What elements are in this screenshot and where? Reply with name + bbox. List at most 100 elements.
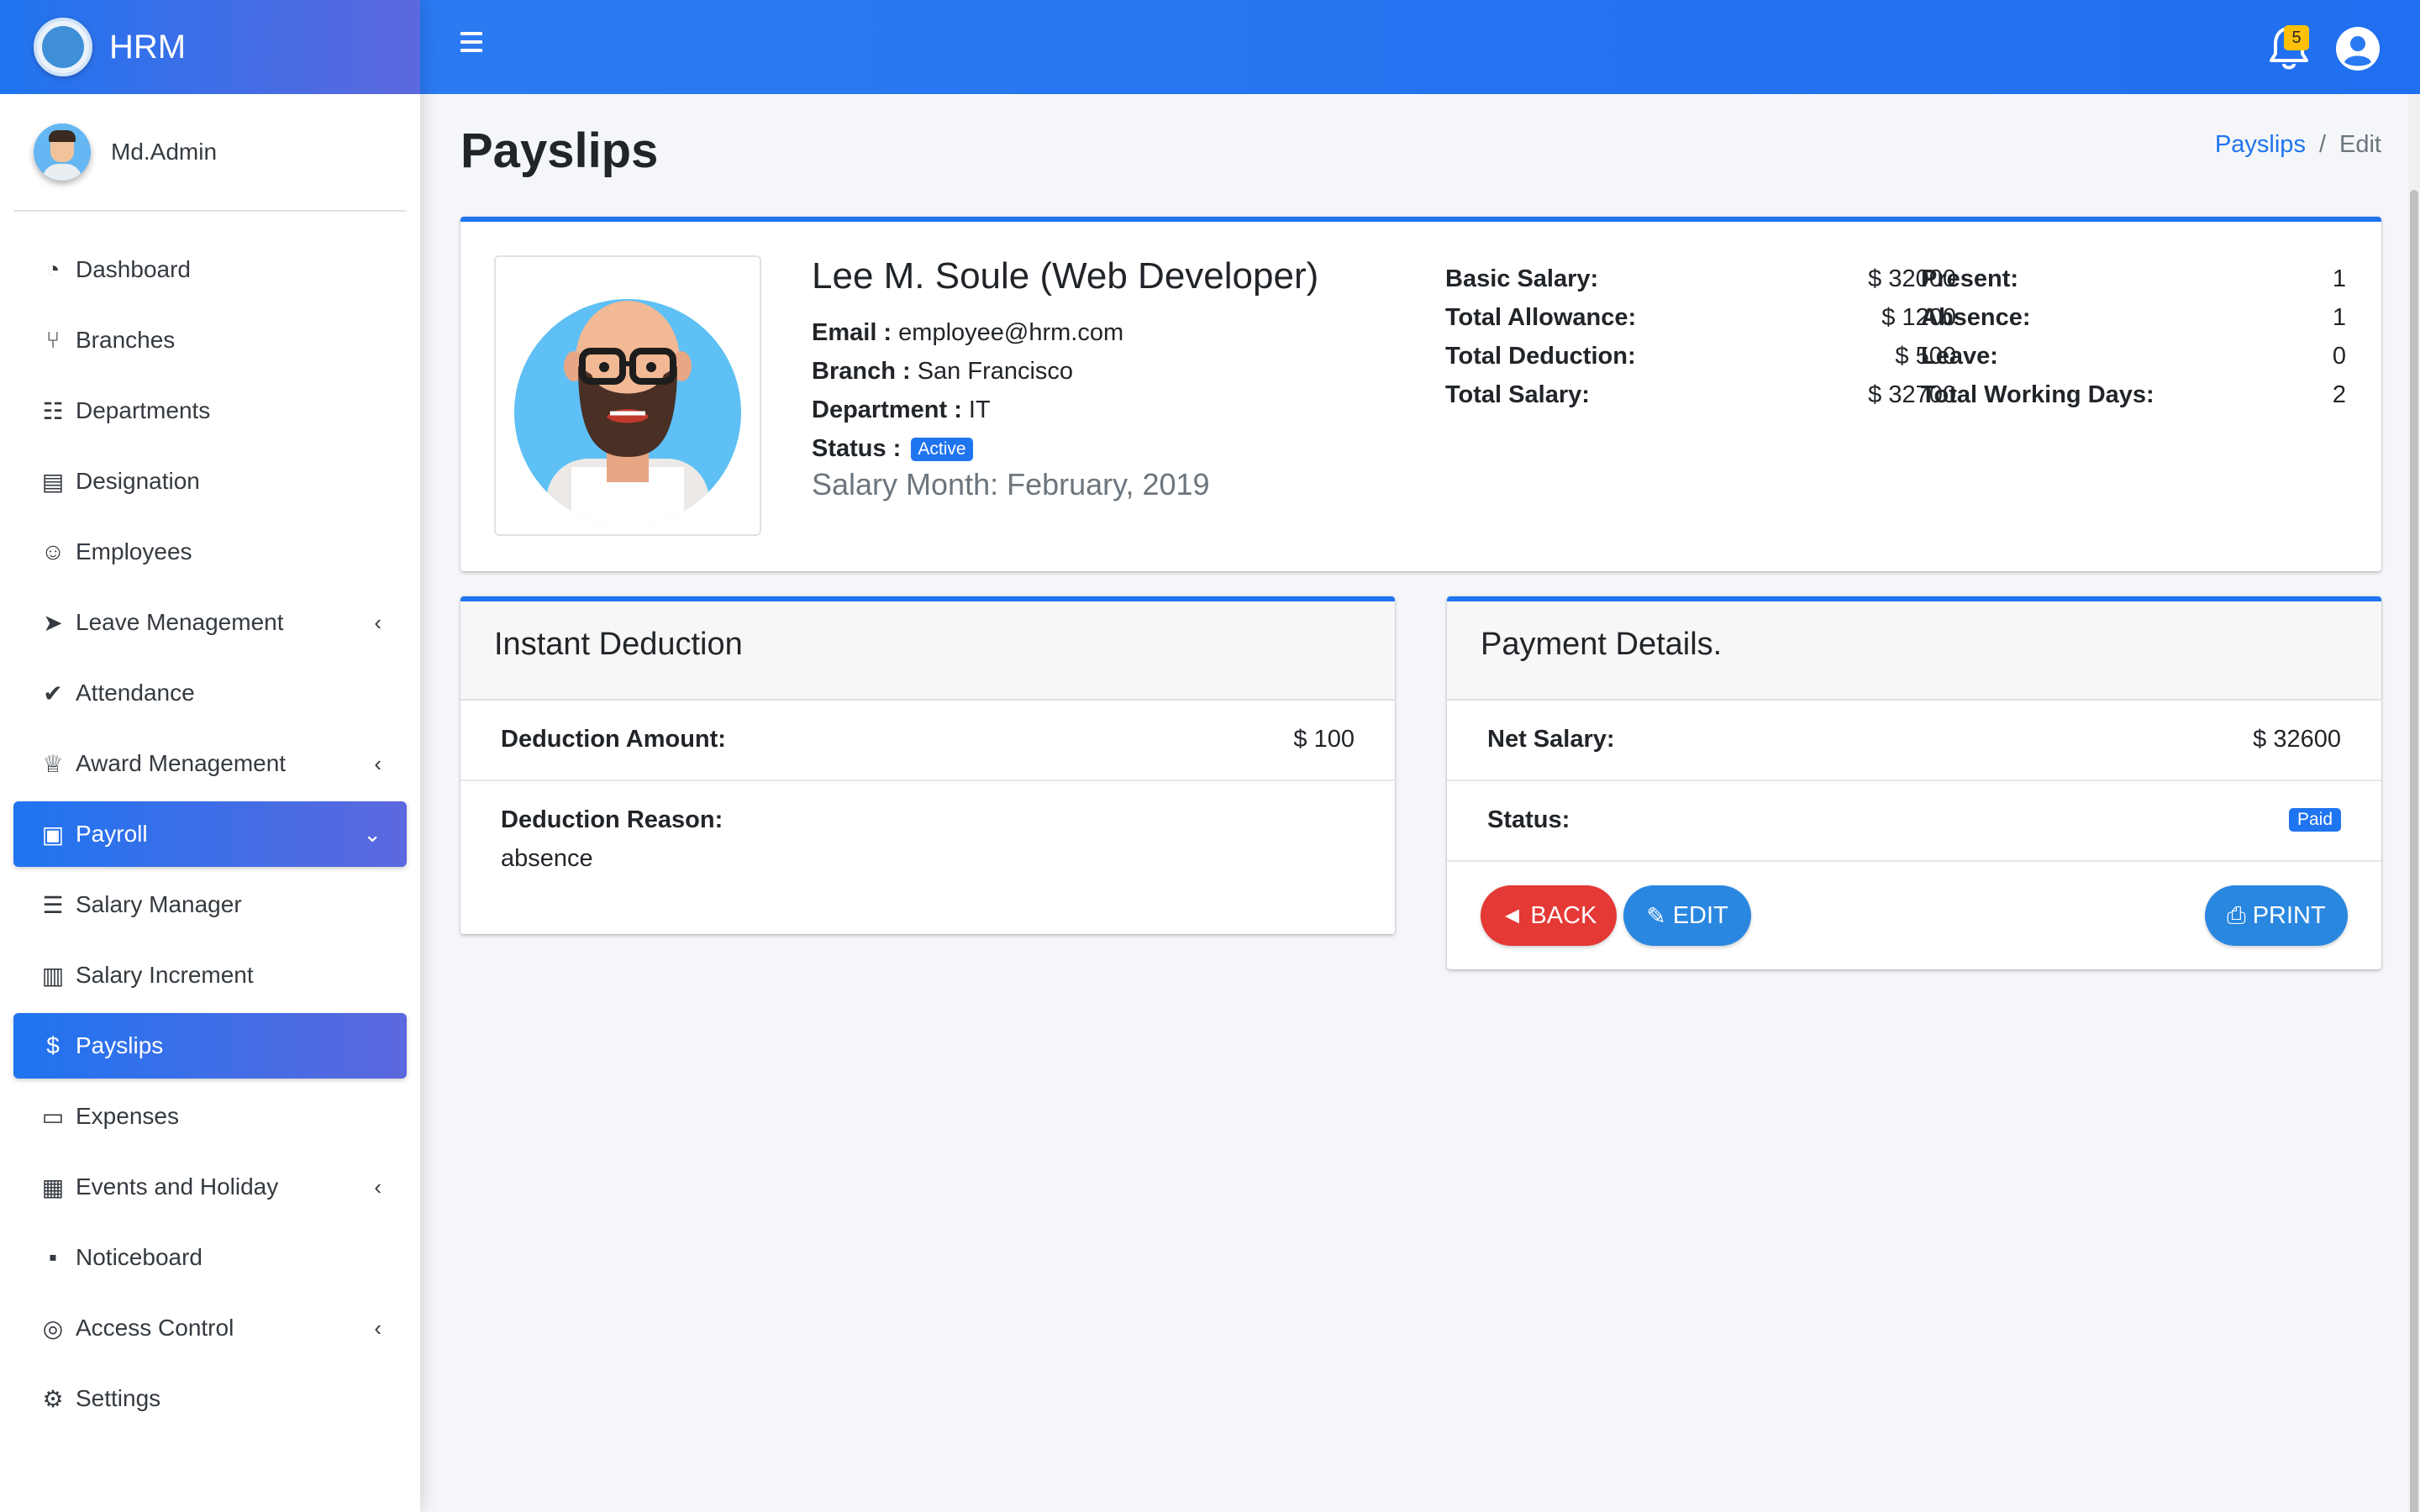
attendance-stat-value: 1: [2332, 265, 2346, 292]
sidebar-item-departments[interactable]: ☷ Departments: [13, 378, 407, 444]
sidebar-item-settings[interactable]: ⚙ Settings: [13, 1366, 407, 1431]
print-button[interactable]: ⎙ PRINT: [2205, 885, 2348, 946]
employee-department: Department : IT: [812, 396, 991, 423]
chevron-left-icon: ‹: [374, 1315, 381, 1341]
sidebar-item-dashboard[interactable]: ◔ Dashboard: [13, 237, 407, 302]
deduction-reason-label: Deduction Reason:: [501, 806, 723, 833]
chevron-down-icon: ⌄: [363, 822, 381, 847]
employee-avatar-icon: [514, 299, 741, 526]
sidebar-item-noticeboard[interactable]: ▪ Noticeboard: [13, 1225, 407, 1290]
brand-bar[interactable]: HRM: [0, 0, 420, 94]
gear-icon: ⚙: [42, 1385, 64, 1412]
fingerprint-icon: ◎: [42, 1315, 64, 1341]
breadcrumb-separator: /: [2318, 131, 2327, 158]
user-panel[interactable]: Md.Admin: [13, 94, 407, 212]
sidebar-item-salary-increment[interactable]: ▥ Salary Increment: [13, 942, 407, 1008]
attendance-stat-label: Leave:: [1921, 343, 1998, 370]
attendance-stat-label: Present:: [1921, 265, 2019, 292]
sidebar-item-label: Payslips: [76, 1032, 164, 1058]
sidebar-item-employees[interactable]: ☺ Employees: [13, 519, 407, 585]
edit-icon: ✎: [1646, 902, 1666, 929]
notification-badge: 5: [2284, 25, 2309, 50]
sidebar-item-events-and-holiday[interactable]: ▦ Events and Holiday ‹: [13, 1154, 407, 1220]
sidebar-item-branches[interactable]: ⑂ Branches: [13, 307, 407, 373]
back-label: BACK: [1530, 901, 1597, 929]
salary-stat-label: Total Allowance:: [1445, 304, 1637, 331]
employee-photo: [494, 255, 761, 536]
employee-status: Status : Active: [812, 435, 973, 463]
sidebar-item-label: Departments: [76, 397, 211, 423]
printer-icon: ⎙: [2227, 901, 2246, 928]
chevron-left-icon: ‹: [374, 1174, 381, 1200]
deduction-amount-label: Deduction Amount:: [501, 726, 726, 753]
arrow-left-circle-icon: ◄: [1500, 902, 1524, 928]
deduction-amount-value: $ 100: [1293, 726, 1355, 753]
attendance-stat-value: 1: [2332, 304, 2346, 331]
sidebar: HRM Md.Admin ◔ Dashboard ⑂ Branches ☷ Departm…: [0, 0, 420, 1512]
rocket-icon: ➤: [43, 609, 63, 636]
back-button[interactable]: ◄ BACK: [1481, 885, 1617, 946]
money-icon: ▣: [41, 821, 65, 848]
topbar: 5: [420, 0, 2420, 94]
sidebar-item-label: Designation: [76, 468, 200, 494]
sidebar-item-label: Payroll: [76, 821, 148, 847]
salary-month: Salary Month: February, 2019: [812, 467, 1210, 501]
sidebar-item-access-control[interactable]: ◎ Access Control ‹: [13, 1295, 407, 1361]
sidebar-item-attendance[interactable]: ✔ Attendance: [13, 660, 407, 726]
sidebar-item-label: Expenses: [76, 1103, 179, 1129]
credit-card-icon: ▭: [41, 1103, 65, 1130]
sidebar-item-payroll[interactable]: ▣ Payroll ⌄: [13, 801, 407, 867]
payment-status-row: Status: Paid: [1447, 781, 2381, 862]
paid-badge: Paid: [2288, 808, 2341, 832]
chevron-left-icon: ‹: [374, 610, 381, 635]
sidebar-nav: ◔ Dashboard ⑂ Branches ☷ Departments ▤ Designat…: [0, 212, 420, 1431]
file-invoice-icon: ▥: [41, 962, 65, 989]
sidebar-item-label: Employees: [76, 538, 192, 564]
sidebar-item-label: Salary Increment: [76, 962, 254, 988]
sidebar-item-label: Dashboard: [76, 256, 191, 282]
hand-dollar-icon: $: [46, 1032, 60, 1058]
edit-button[interactable]: ✎ EDIT: [1623, 885, 1751, 946]
user-tie-icon: ☺: [40, 538, 66, 564]
card-header: Payment Details.: [1447, 601, 2381, 701]
salary-stat-label: Total Salary:: [1445, 381, 1590, 408]
salary-stat-label: Total Deduction:: [1445, 343, 1636, 370]
sticky-note-icon: ▪: [49, 1244, 57, 1270]
sidebar-item-designation[interactable]: ▤ Designation: [13, 449, 407, 514]
sidebar-item-leave-menagement[interactable]: ➤ Leave Menagement ‹: [13, 590, 407, 655]
page-title: Payslips: [460, 123, 659, 178]
sidebar-item-label: Attendance: [76, 680, 195, 706]
deduction-amount-row: Deduction Amount: $ 100: [460, 701, 1395, 781]
scrollbar-thumb[interactable]: [2410, 190, 2418, 1512]
calendar-check-icon: ▦: [41, 1173, 65, 1200]
sidebar-item-label: Branches: [76, 327, 176, 353]
user-circle-icon[interactable]: [2334, 25, 2381, 72]
sidebar-item-label: Events and Holiday: [76, 1173, 279, 1200]
sidebar-item-salary-manager[interactable]: ☰ Salary Manager: [13, 872, 407, 937]
scrollbar[interactable]: [2408, 94, 2420, 1512]
net-salary-row: Net Salary: $ 32600: [1447, 701, 2381, 781]
deduction-reason-row: Deduction Reason: absence: [460, 781, 1395, 932]
attendance-stat-value: 0: [2332, 343, 2346, 370]
sidebar-item-expenses[interactable]: ▭ Expenses: [13, 1084, 407, 1149]
user-check-icon: ✔: [43, 680, 63, 706]
breadcrumb-payslips-link[interactable]: Payslips: [2215, 131, 2306, 158]
instant-deduction-card: Instant Deduction Deduction Amount: $ 10…: [460, 596, 1395, 934]
user-name: Md.Admin: [111, 139, 218, 165]
branch-icon: ⑂: [45, 327, 60, 353]
sidebar-item-payslips[interactable]: $ Payslips: [13, 1013, 407, 1079]
bars-icon: ☰: [42, 891, 64, 918]
menu-toggle-icon[interactable]: [460, 32, 482, 55]
net-salary-value: $ 32600: [2253, 726, 2341, 753]
attendance-stat-label: Absence:: [1921, 304, 2031, 331]
payment-details-card: Payment Details. Net Salary: $ 32600 Sta…: [1447, 596, 2381, 969]
brand-logo: [34, 18, 92, 76]
sidebar-item-label: Noticeboard: [76, 1244, 203, 1270]
sidebar-item-award-menagement[interactable]: ♕ Award Menagement ‹: [13, 731, 407, 796]
employee-branch: Branch : San Francisco: [812, 358, 1074, 385]
print-label: PRINT: [2252, 901, 2326, 929]
brand-name: HRM: [109, 28, 187, 66]
dashboard-icon: ◔: [45, 256, 60, 282]
card-title: Instant Deduction: [494, 627, 743, 662]
salary-stat-label: Basic Salary:: [1445, 265, 1599, 292]
